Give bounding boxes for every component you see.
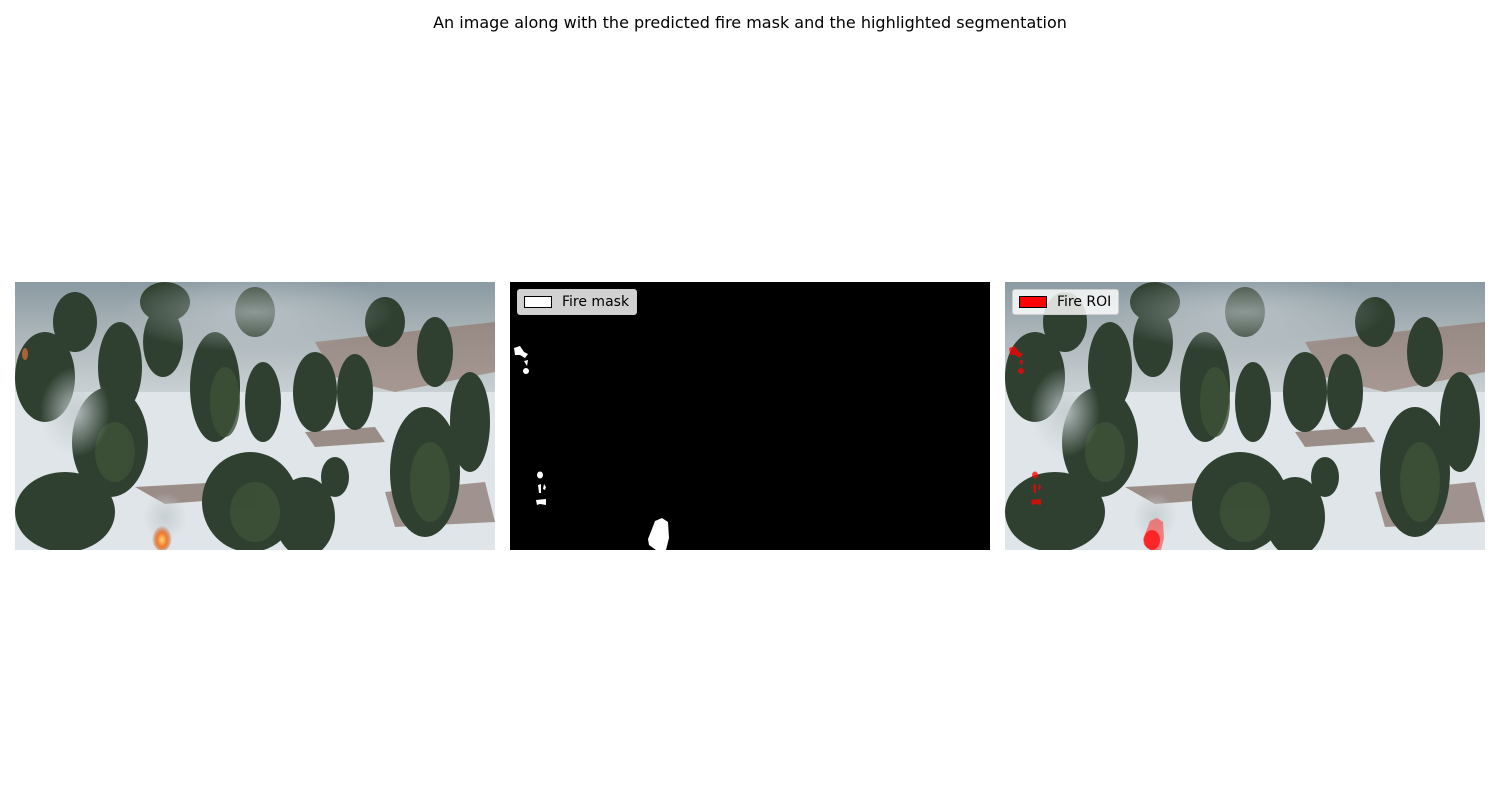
fire-mask-panel: Fire mask bbox=[510, 282, 990, 550]
forest-fire-photo bbox=[15, 282, 495, 550]
original-image-panel bbox=[15, 282, 495, 550]
legend-label-fire-roi: Fire ROI bbox=[1057, 294, 1112, 310]
fire-mask-legend: Fire mask bbox=[517, 289, 638, 315]
legend-swatch-red bbox=[1019, 296, 1047, 308]
legend-label-fire-mask: Fire mask bbox=[562, 294, 630, 310]
segmentation-overlay-image bbox=[1005, 282, 1485, 550]
highlighted-segmentation-panel: Fire ROI bbox=[1005, 282, 1485, 550]
fire-roi-legend: Fire ROI bbox=[1012, 289, 1120, 315]
figure-title: An image along with the predicted fire m… bbox=[433, 13, 1067, 32]
legend-swatch-white bbox=[524, 296, 552, 308]
fire-mask-image bbox=[510, 282, 990, 550]
